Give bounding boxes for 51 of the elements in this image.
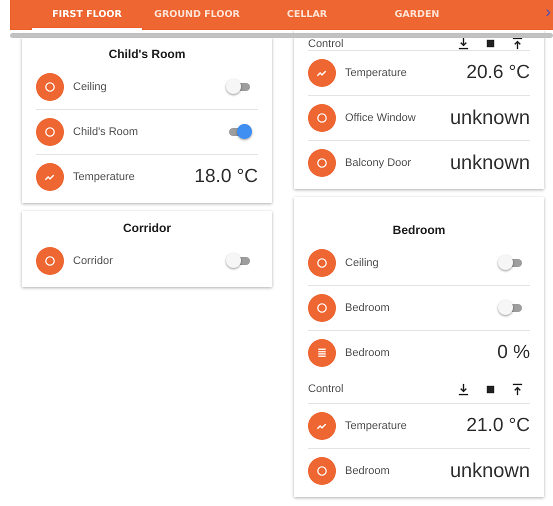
circle-icon <box>308 457 336 485</box>
state-value: unknown <box>450 106 530 130</box>
tab[interactable]: FIRST FLOOR <box>32 0 142 30</box>
close-cover-icon[interactable] <box>457 382 470 396</box>
tab[interactable]: GROUND FLOOR <box>142 0 252 30</box>
circle-icon <box>308 149 336 177</box>
toggle-switch[interactable] <box>498 255 522 271</box>
scrollbar[interactable] <box>10 33 553 38</box>
row-label: Control <box>308 38 344 50</box>
row-label: Temperature <box>73 171 136 183</box>
row-label: Temperature <box>345 67 408 79</box>
toggle-switch[interactable] <box>498 300 522 316</box>
stop-icon[interactable] <box>484 37 497 50</box>
row-label: Office Window <box>345 112 417 124</box>
row-label: Ceiling <box>345 257 380 269</box>
tab[interactable]: CELLAR <box>252 0 362 30</box>
close-cover-icon[interactable] <box>457 37 470 50</box>
row-label: Bedroom <box>345 302 391 314</box>
state-value: 18.0 °C <box>194 166 258 188</box>
card-title: Bedroom <box>392 222 446 239</box>
toggle-switch[interactable] <box>226 253 250 269</box>
tab[interactable]: GARDEN <box>362 0 472 30</box>
circle-icon <box>308 249 336 277</box>
circle-icon <box>36 247 64 275</box>
circle-icon <box>36 73 64 101</box>
circle-icon <box>308 294 336 322</box>
state-value: 21.0 °C <box>466 415 530 437</box>
trend-icon <box>36 163 64 191</box>
state-value: unknown <box>450 152 530 174</box>
row-label: Bedroom <box>345 347 391 359</box>
circle-icon <box>36 118 64 146</box>
row-label: Control <box>308 383 344 395</box>
row-label: Ceiling <box>73 81 108 93</box>
trend-icon <box>308 412 336 440</box>
circle-icon <box>308 104 336 132</box>
open-cover-icon[interactable] <box>511 382 524 396</box>
row-label: Temperature <box>345 420 408 432</box>
state-value: 0 % <box>497 342 530 364</box>
trend-icon <box>308 59 336 87</box>
row-label: Bedroom <box>345 465 391 477</box>
state-value: 20.6 °C <box>466 62 530 84</box>
row-label: Corridor <box>73 255 114 267</box>
state-value: unknown <box>450 460 530 482</box>
toggle-switch[interactable] <box>226 79 250 95</box>
row-label: Child's Room <box>73 126 140 138</box>
scroll-right-button[interactable]: › <box>544 0 553 30</box>
card-title: Corridor <box>122 220 172 237</box>
blind-icon <box>308 339 336 367</box>
row-label: Balcony Door <box>345 157 412 169</box>
card-title: Child's Room <box>108 46 186 63</box>
open-cover-icon[interactable] <box>511 37 524 50</box>
